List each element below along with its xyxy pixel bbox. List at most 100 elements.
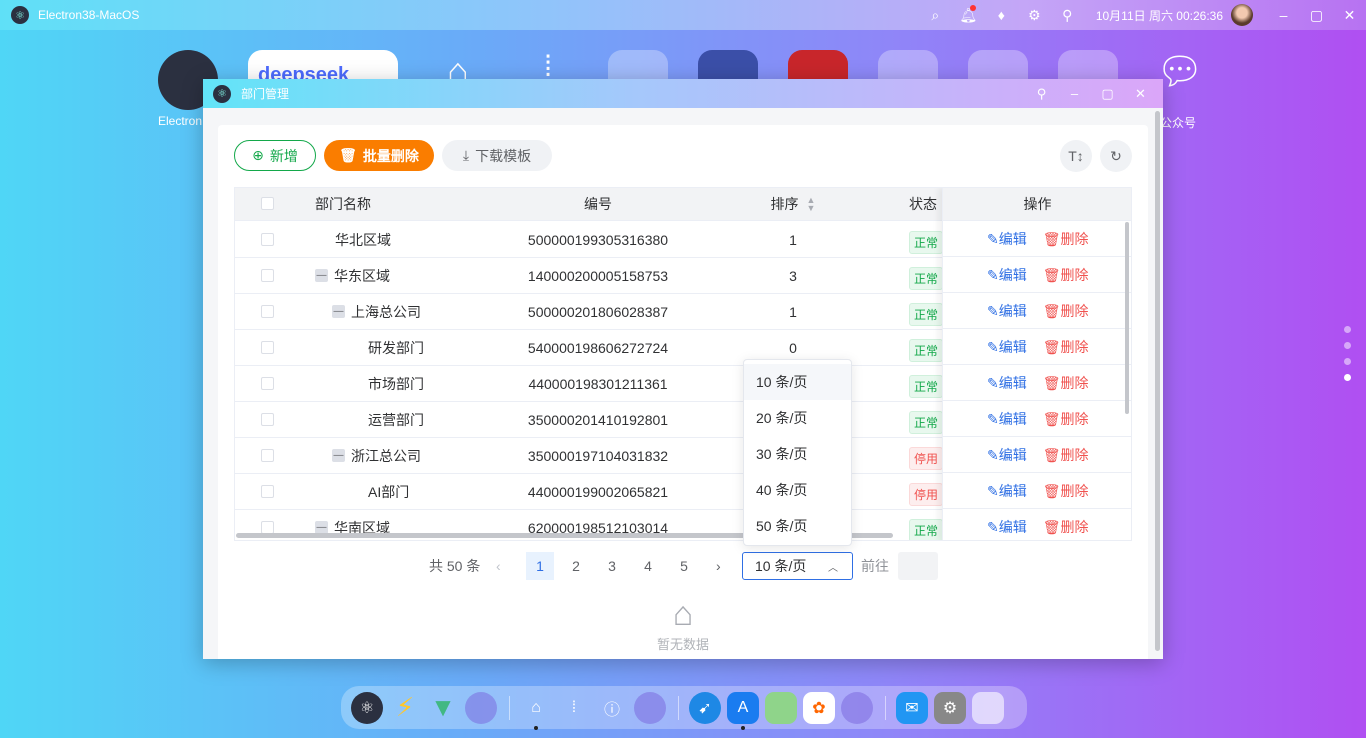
- edit-button[interactable]: ✎编辑: [987, 517, 1027, 537]
- window-scrollbar[interactable]: [1155, 111, 1160, 651]
- batch-delete-label: 批量删除: [363, 146, 419, 166]
- dock-appstore-icon[interactable]: A: [727, 692, 759, 724]
- page-size-select[interactable]: 10 条/页︿: [742, 552, 853, 580]
- edit-button[interactable]: ✎编辑: [987, 229, 1027, 249]
- dock-folder2-icon[interactable]: [634, 692, 666, 724]
- edit-button[interactable]: ✎编辑: [987, 337, 1027, 357]
- edit-button[interactable]: ✎编辑: [987, 409, 1027, 429]
- page-size-option[interactable]: 10 条/页: [744, 364, 851, 400]
- collapse-icon[interactable]: —: [332, 305, 345, 318]
- dock-folder3-icon[interactable]: [841, 692, 873, 724]
- dock-electron-icon[interactable]: ⚛: [351, 692, 383, 724]
- dept-code: 500000201806028387: [475, 294, 721, 329]
- dock-settings-icon[interactable]: ⚙: [934, 692, 966, 724]
- edit-button[interactable]: ✎编辑: [987, 445, 1027, 465]
- pin-icon[interactable]: ⚲: [1025, 86, 1058, 102]
- row-checkbox[interactable]: [261, 449, 274, 462]
- delete-button[interactable]: 🗑︎删除: [1043, 373, 1089, 393]
- gear-icon[interactable]: ⚙: [1018, 7, 1051, 24]
- dock-chart-icon[interactable]: ⁞: [558, 692, 590, 724]
- refresh-button[interactable]: ↻: [1100, 140, 1132, 172]
- goto-page-input[interactable]: [898, 552, 938, 580]
- page-size-option[interactable]: 30 条/页: [744, 436, 851, 472]
- delete-button[interactable]: 🗑︎删除: [1043, 481, 1089, 501]
- dock-home-icon[interactable]: ⌂: [520, 692, 552, 724]
- pin-icon[interactable]: ⚲: [1051, 7, 1084, 24]
- collapse-icon[interactable]: —: [315, 269, 328, 282]
- page-dot-active[interactable]: [1344, 374, 1351, 381]
- bell-icon[interactable]: 🔔︎: [952, 7, 985, 24]
- page-dot[interactable]: [1344, 342, 1351, 349]
- page-2[interactable]: 2: [562, 552, 590, 580]
- minimize-icon[interactable]: –: [1058, 86, 1091, 101]
- density-button[interactable]: T↕: [1060, 140, 1092, 172]
- edit-icon: ✎: [987, 411, 999, 427]
- prev-page-icon[interactable]: ‹: [496, 552, 501, 580]
- delete-button[interactable]: 🗑︎删除: [1043, 301, 1089, 321]
- sort-caret-icon[interactable]: ▲▼: [807, 196, 816, 212]
- row-checkbox[interactable]: [261, 377, 274, 390]
- page-size-option[interactable]: 40 条/页: [744, 472, 851, 508]
- search-icon[interactable]: ⌕: [919, 7, 952, 24]
- close-icon[interactable]: ✕: [1124, 86, 1157, 102]
- dock-safari-icon[interactable]: ➹: [689, 692, 721, 724]
- row-checkbox[interactable]: [261, 269, 274, 282]
- row-checkbox[interactable]: [261, 305, 274, 318]
- edit-button[interactable]: ✎编辑: [987, 481, 1027, 501]
- dept-name: 上海总公司: [351, 302, 421, 322]
- dock-vite-icon[interactable]: ⚡: [389, 692, 421, 724]
- page-4[interactable]: 4: [634, 552, 662, 580]
- collapse-icon[interactable]: —: [332, 449, 345, 462]
- dock-photos-icon[interactable]: ✿: [803, 692, 835, 724]
- minimize-icon[interactable]: –: [1267, 7, 1300, 23]
- add-button[interactable]: ⊕新增: [234, 140, 316, 171]
- window-titlebar[interactable]: ⚛ 部门管理 ⚲ – ▢ ✕: [203, 79, 1163, 108]
- goto-label: 前往: [861, 552, 889, 580]
- vertical-scrollbar[interactable]: [1125, 222, 1129, 414]
- maximize-icon[interactable]: ▢: [1300, 7, 1333, 24]
- download-template-button[interactable]: ⤓下载模板: [442, 140, 552, 171]
- dock-vue-icon[interactable]: ▼: [427, 692, 459, 724]
- next-page-icon[interactable]: ›: [716, 552, 721, 580]
- row-checkbox[interactable]: [261, 521, 274, 534]
- dept-name-cell: AI部门: [315, 474, 409, 509]
- delete-button[interactable]: 🗑︎删除: [1043, 445, 1089, 465]
- row-checkbox[interactable]: [261, 233, 274, 246]
- page-size-option[interactable]: 50 条/页: [744, 508, 851, 544]
- dock-mail-icon[interactable]: ✉: [896, 692, 928, 724]
- dept-code: 350000197104031832: [475, 438, 721, 473]
- edit-button[interactable]: ✎编辑: [987, 265, 1027, 285]
- page-size-dropdown: 10 条/页20 条/页30 条/页40 条/页50 条/页: [743, 359, 852, 546]
- dock-folder-icon[interactable]: [465, 692, 497, 724]
- page-1[interactable]: 1: [526, 552, 554, 580]
- select-all-checkbox[interactable]: [261, 197, 274, 210]
- theme-icon[interactable]: ♦: [985, 7, 1018, 23]
- row-checkbox[interactable]: [261, 341, 274, 354]
- delete-button[interactable]: 🗑︎删除: [1043, 337, 1089, 357]
- dock-trash-icon[interactable]: [972, 692, 1004, 724]
- page-dot[interactable]: [1344, 326, 1351, 333]
- page-dot[interactable]: [1344, 358, 1351, 365]
- batch-delete-button[interactable]: 🗑︎批量删除: [324, 140, 434, 171]
- menu-bar: ⚛ Electron38-MacOS ⌕ 🔔︎ ♦ ⚙ ⚲ 10月11日 周六 …: [0, 0, 1366, 30]
- dock-info-icon[interactable]: ⓘ: [596, 692, 628, 724]
- delete-button[interactable]: 🗑︎删除: [1043, 265, 1089, 285]
- row-checkbox[interactable]: [261, 413, 274, 426]
- download-label: 下载模板: [475, 146, 531, 166]
- edit-button[interactable]: ✎编辑: [987, 301, 1027, 321]
- dock-maps-icon[interactable]: [765, 692, 797, 724]
- close-icon[interactable]: ✕: [1333, 7, 1366, 24]
- avatar[interactable]: [1231, 4, 1253, 26]
- delete-button[interactable]: 🗑︎删除: [1043, 229, 1089, 249]
- delete-button[interactable]: 🗑︎删除: [1043, 517, 1089, 537]
- page-5[interactable]: 5: [670, 552, 698, 580]
- maximize-icon[interactable]: ▢: [1091, 86, 1124, 102]
- row-checkbox[interactable]: [261, 485, 274, 498]
- edit-label: 编辑: [999, 267, 1027, 283]
- edit-label: 编辑: [999, 519, 1027, 535]
- delete-button[interactable]: 🗑︎删除: [1043, 409, 1089, 429]
- edit-button[interactable]: ✎编辑: [987, 373, 1027, 393]
- page-size-option[interactable]: 20 条/页: [744, 400, 851, 436]
- page-3[interactable]: 3: [598, 552, 626, 580]
- header-sort[interactable]: 排序▲▼: [721, 188, 865, 220]
